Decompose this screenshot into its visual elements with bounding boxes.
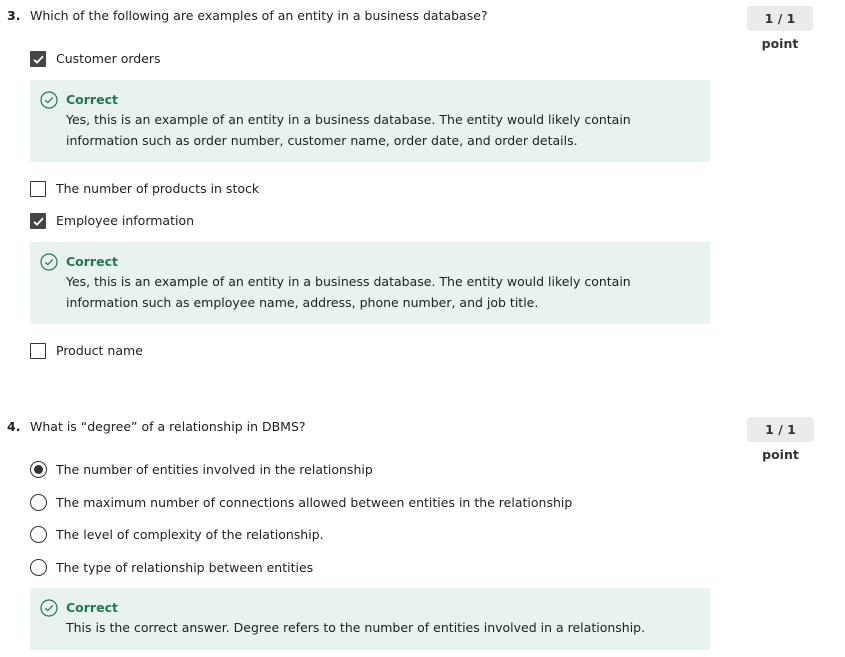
feedback-text: Yes, this is an example of an entity in … — [66, 274, 631, 310]
question-text: What is “degree” of a relationship in DB… — [30, 419, 306, 434]
option-label: Employee information — [56, 213, 195, 228]
checkbox[interactable] — [30, 181, 46, 197]
feedback-correct: Correct Yes, this is an example of an en… — [30, 80, 710, 162]
check-circle-icon — [40, 91, 58, 109]
score-badge: 1 / 1 point — [747, 6, 813, 51]
feedback-title: Correct — [66, 254, 118, 269]
feedback-correct: Correct Yes, this is an example of an en… — [30, 242, 710, 324]
option-label: The number of products in stock — [56, 181, 260, 196]
option-label: The type of relationship between entitie… — [56, 560, 314, 575]
checkmark-icon — [32, 217, 44, 226]
option-label: The number of entities involved in the r… — [56, 462, 373, 477]
radio-button[interactable] — [30, 559, 47, 576]
feedback-text: This is the correct answer. Degree refer… — [66, 620, 646, 635]
radio-button[interactable] — [30, 526, 47, 543]
check-circle-icon — [40, 253, 58, 271]
option-label: The maximum number of connections allowe… — [56, 495, 573, 510]
checkmark-icon — [32, 55, 44, 64]
option-label: Customer orders — [56, 51, 161, 66]
question-number: 3. — [7, 8, 21, 23]
checkbox[interactable] — [30, 343, 46, 359]
checkbox[interactable] — [30, 51, 46, 67]
score-badge: 1 / 1 point — [747, 417, 814, 462]
option-label: The level of complexity of the relations… — [56, 527, 324, 542]
check-circle-icon — [40, 599, 58, 617]
checkbox[interactable] — [30, 213, 46, 229]
radio-button[interactable] — [30, 494, 47, 511]
question-number: 4. — [7, 419, 21, 434]
feedback-title: Correct — [66, 92, 118, 107]
radio-button[interactable] — [30, 461, 47, 478]
feedback-text: Yes, this is an example of an entity in … — [66, 112, 631, 148]
option-label: Product name — [56, 343, 143, 358]
feedback-correct: Correct This is the correct answer. Degr… — [30, 588, 710, 650]
question-text: Which of the following are examples of a… — [30, 8, 488, 23]
feedback-title: Correct — [66, 600, 118, 615]
